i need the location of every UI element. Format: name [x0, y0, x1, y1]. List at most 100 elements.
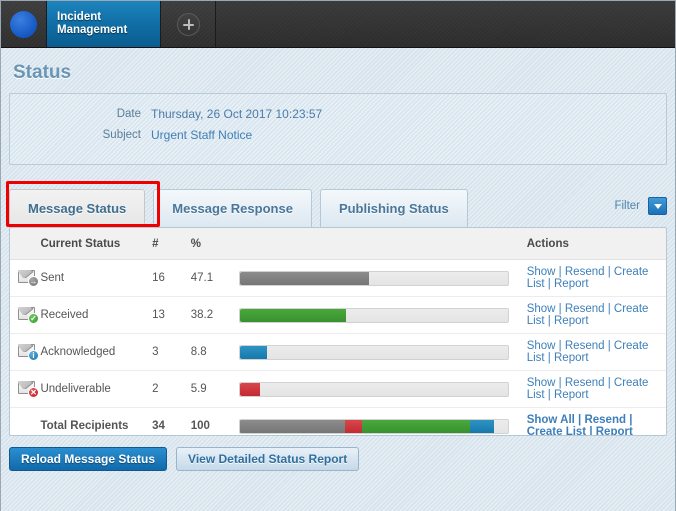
total-count: 34 — [152, 407, 191, 435]
header-count: # — [152, 228, 191, 260]
tab-message-response-label: Message Response — [172, 201, 293, 216]
browser-tab-bar: Incident Management — [1, 1, 675, 48]
action-resend[interactable]: Resend — [565, 340, 605, 352]
action-separator: | — [544, 389, 554, 401]
date-value: Thursday, 26 Oct 2017 10:23:57 — [151, 107, 323, 121]
filter-label: Filter — [614, 200, 640, 212]
action-separator: | — [544, 352, 554, 364]
action-resend[interactable]: Resend — [565, 303, 605, 315]
action-report[interactable]: Report — [554, 315, 589, 327]
action-show[interactable]: Show — [527, 340, 556, 352]
status-bar-cell — [239, 333, 519, 371]
filter-control: Filter — [614, 197, 667, 227]
page-title: Status — [13, 62, 72, 83]
action-separator: | — [555, 266, 565, 278]
tab-incident-management[interactable]: Incident Management — [47, 1, 161, 47]
total-bar-cell — [239, 407, 519, 435]
tab-message-response[interactable]: Message Response — [153, 189, 312, 227]
action-report[interactable]: Report — [596, 426, 633, 435]
status-icon-cell: → — [10, 259, 41, 297]
date-label: Date — [116, 108, 141, 120]
header-actions: Actions — [518, 228, 666, 260]
status-icon-cell: ✕ — [10, 370, 41, 408]
envelope-received-icon: ✓ — [18, 307, 39, 324]
action-show[interactable]: Show — [527, 266, 556, 278]
status-tabs: Message Status Message Response Publishi… — [6, 179, 667, 227]
stacked-progress-bar — [239, 418, 509, 434]
view-detailed-status-report-label: View Detailed Status Report — [188, 452, 348, 466]
status-actions: Show | Resend | Create List | Report — [518, 333, 666, 371]
app-logo — [1, 1, 47, 47]
status-bar-cell — [239, 296, 519, 334]
action-separator: | — [544, 278, 554, 290]
action-separator: | — [626, 414, 633, 426]
action-separator: | — [555, 303, 565, 315]
subject-value[interactable]: Urgent Staff Notice — [151, 128, 252, 142]
status-percent: 8.8 — [190, 333, 240, 371]
detail-row-subject: Subject Urgent Staff Notice — [10, 128, 666, 142]
status-percent: 47.1 — [190, 259, 240, 297]
chevron-down-icon — [653, 203, 662, 209]
action-report[interactable]: Report — [554, 389, 589, 401]
status-name: Received — [40, 296, 153, 334]
status-bar-cell — [239, 259, 519, 297]
action-show-all[interactable]: Show All — [527, 414, 575, 426]
footer-actions: Reload Message Status View Detailed Stat… — [9, 447, 667, 471]
progress-bar — [239, 381, 509, 397]
action-resend[interactable]: Resend — [565, 377, 605, 389]
table-header-row: Current Status # % Actions — [10, 228, 666, 260]
envelope-undeliverable-icon: ✕ — [18, 381, 39, 398]
status-icon-cell: i — [10, 333, 41, 371]
filter-dropdown-button[interactable] — [648, 197, 667, 215]
header-bar — [239, 228, 519, 260]
action-report[interactable]: Report — [554, 278, 589, 290]
total-actions: Show All | Resend | Create List | Report — [518, 407, 666, 436]
status-count: 16 — [152, 259, 191, 297]
action-show[interactable]: Show — [527, 377, 556, 389]
action-resend[interactable]: Resend — [565, 266, 605, 278]
tab-publishing-status-label: Publishing Status — [338, 201, 449, 216]
status-icon-cell: ✓ — [10, 296, 41, 334]
header-icon — [10, 228, 41, 260]
status-name: Sent — [40, 259, 153, 297]
table-row: ✕ Undeliverable 2 5.9 Show | Resend | Create… — [10, 370, 666, 408]
status-count: 3 — [152, 333, 191, 371]
action-separator: | — [574, 414, 585, 426]
action-separator: | — [604, 266, 614, 278]
progress-bar — [239, 344, 509, 360]
progress-bar — [239, 307, 509, 323]
status-name: Undeliverable — [40, 370, 153, 408]
tab-publishing-status[interactable]: Publishing Status — [319, 189, 468, 227]
status-actions: Show | Resend | Create List | Report — [518, 296, 666, 334]
status-percent: 38.2 — [190, 296, 240, 334]
table-row: i Acknowledged 3 8.8 Show | Resend | Create … — [10, 333, 666, 371]
action-separator: | — [604, 377, 614, 389]
action-separator: | — [586, 426, 596, 436]
action-separator: | — [604, 340, 614, 352]
status-table-panel: Current Status # % Actions → Sent 16 47.1 Sh… — [9, 227, 667, 436]
status-actions: Show | Resend | Create List | Report — [518, 370, 666, 408]
reload-message-status-button[interactable]: Reload Message Status — [9, 447, 168, 471]
action-show[interactable]: Show — [527, 303, 556, 315]
subject-label: Subject — [102, 129, 141, 141]
table-row: → Sent 16 47.1 Show | Resend | Create List |… — [10, 259, 666, 297]
header-current-status: Current Status — [40, 228, 153, 260]
status-count: 13 — [152, 296, 191, 334]
new-tab-button[interactable] — [161, 1, 216, 47]
plus-icon — [176, 12, 200, 36]
status-count: 2 — [152, 370, 191, 408]
tab-message-status[interactable]: Message Status — [9, 189, 146, 227]
view-detailed-status-report-button[interactable]: View Detailed Status Report — [176, 447, 360, 471]
action-separator: | — [544, 315, 554, 327]
status-name: Acknowledged — [40, 333, 153, 371]
action-create-list[interactable]: Create List — [527, 426, 586, 435]
status-bar-cell — [239, 370, 519, 408]
envelope-acknowledged-icon: i — [18, 344, 39, 361]
total-label: Total Recipients — [40, 407, 153, 435]
action-resend[interactable]: Resend — [584, 414, 626, 426]
action-separator: | — [604, 303, 614, 315]
action-report[interactable]: Report — [554, 352, 589, 364]
table-row: ✓ Received 13 38.2 Show | Resend | Create Li… — [10, 296, 666, 334]
message-status-table: Current Status # % Actions → Sent 16 47.1 Sh… — [10, 228, 666, 436]
total-icon-cell — [10, 407, 41, 435]
